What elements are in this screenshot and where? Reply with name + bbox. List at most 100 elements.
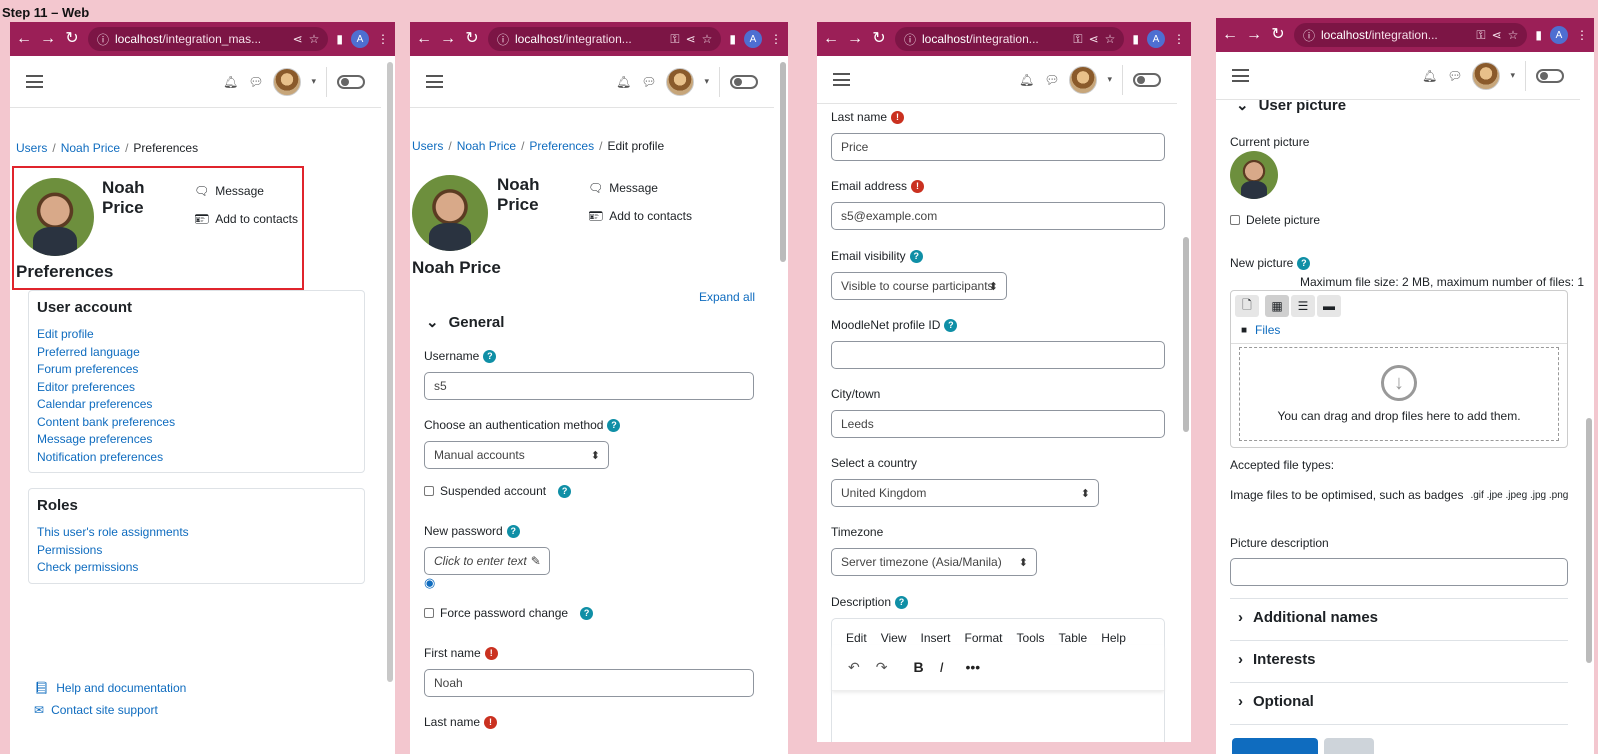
city-input[interactable]: Leeds: [831, 410, 1165, 438]
link-check-permissions[interactable]: Check permissions: [37, 559, 356, 577]
info-icon[interactable]: ⓘ: [497, 31, 509, 48]
chevron-down-icon[interactable]: ▾: [704, 76, 709, 87]
add-file-icon[interactable]: 🗋: [1235, 295, 1259, 317]
edit-mode-toggle[interactable]: [1133, 72, 1161, 87]
link-notification-preferences[interactable]: Notification preferences: [37, 449, 356, 467]
hamburger-menu-icon[interactable]: [426, 75, 443, 88]
reload-icon[interactable]: ↻: [1270, 27, 1286, 43]
optional-section-header[interactable]: › Optional: [1238, 693, 1314, 710]
add-to-contacts-button[interactable]: 🪪︎ Add to contacts: [588, 209, 692, 223]
cancel-button[interactable]: [1324, 738, 1374, 754]
address-bar[interactable]: ⓘ localhost/integration... ⚿ ⋖ ☆: [895, 27, 1125, 51]
scrollbar[interactable]: [387, 62, 393, 682]
share-icon[interactable]: ⋖: [1089, 32, 1099, 46]
bookmark-star-icon[interactable]: ☆: [309, 32, 320, 46]
view-list-icon[interactable]: ☰: [1291, 295, 1315, 317]
bold-icon[interactable]: B: [913, 659, 923, 676]
messages-icon[interactable]: 💬︎: [1044, 73, 1059, 87]
info-icon[interactable]: ⓘ: [1303, 27, 1315, 44]
chevron-down-icon[interactable]: ▾: [311, 76, 316, 87]
interests-section-header[interactable]: › Interests: [1238, 651, 1316, 668]
support-link[interactable]: ✉ Contact site support: [34, 703, 158, 717]
link-editor-preferences[interactable]: Editor preferences: [37, 379, 356, 397]
hamburger-menu-icon[interactable]: [1232, 69, 1249, 82]
sidepanel-icon[interactable]: ▮: [729, 32, 736, 46]
forward-icon[interactable]: →: [440, 31, 456, 47]
link-forum-preferences[interactable]: Forum preferences: [37, 361, 356, 379]
key-icon[interactable]: ⚿: [1476, 28, 1485, 43]
back-icon[interactable]: ←: [416, 31, 432, 47]
profile-avatar[interactable]: A: [1147, 30, 1165, 48]
back-icon[interactable]: ←: [16, 31, 32, 47]
view-folder-icon[interactable]: ▬: [1317, 295, 1341, 317]
new-password-field[interactable]: Click to enter text ✎: [424, 547, 550, 575]
breadcrumb-user[interactable]: Noah Price: [457, 139, 516, 153]
redo-icon[interactable]: ↷: [876, 659, 888, 676]
sidepanel-icon[interactable]: ▮: [1535, 28, 1542, 42]
address-bar[interactable]: ⓘ localhost/integration_mas... ⋖ ☆: [88, 27, 329, 51]
edit-mode-toggle[interactable]: [1536, 68, 1564, 83]
picture-description-input[interactable]: [1230, 558, 1568, 586]
timezone-select[interactable]: Server timezone (Asia/Manila): [831, 548, 1037, 576]
hamburger-menu-icon[interactable]: [833, 73, 850, 86]
menu-kebab-icon[interactable]: ⋮: [1576, 28, 1588, 42]
sidepanel-icon[interactable]: ▮: [336, 32, 343, 46]
hamburger-menu-icon[interactable]: [26, 75, 43, 88]
menu-format[interactable]: Format: [965, 631, 1003, 645]
share-icon[interactable]: ⋖: [1492, 28, 1502, 42]
key-icon[interactable]: ⚿: [670, 32, 679, 47]
help-icon[interactable]: ?: [1297, 256, 1311, 270]
messages-icon[interactable]: 💬︎: [248, 75, 263, 89]
edit-mode-toggle[interactable]: [730, 74, 758, 89]
first-name-input[interactable]: Noah: [424, 669, 754, 697]
bookmark-star-icon[interactable]: ☆: [1508, 28, 1519, 42]
view-grid-icon[interactable]: ▦: [1265, 295, 1289, 317]
scrollbar[interactable]: [1183, 237, 1189, 432]
additional-names-section-header[interactable]: › Additional names: [1238, 609, 1378, 626]
address-bar[interactable]: ⓘ localhost/integration... ⚿ ⋖ ☆: [488, 27, 722, 51]
share-icon[interactable]: ⋖: [686, 32, 696, 46]
menu-kebab-icon[interactable]: ⋮: [1173, 32, 1185, 46]
help-icon[interactable]: ?: [506, 524, 520, 538]
moodlenet-input[interactable]: [831, 341, 1165, 369]
auth-method-select[interactable]: Manual accounts: [424, 441, 609, 469]
delete-picture-checkbox[interactable]: Delete picture: [1230, 213, 1320, 227]
forward-icon[interactable]: →: [1246, 27, 1262, 43]
info-icon[interactable]: ⓘ: [97, 31, 109, 48]
bookmark-star-icon[interactable]: ☆: [1105, 32, 1116, 46]
help-icon[interactable]: ?: [909, 249, 923, 263]
link-edit-profile[interactable]: Edit profile: [37, 326, 356, 344]
email-input[interactable]: s5@example.com: [831, 202, 1165, 230]
drop-zone[interactable]: ↓ You can drag and drop files here to ad…: [1239, 347, 1559, 441]
sidepanel-icon[interactable]: ▮: [1132, 32, 1139, 46]
help-icon[interactable]: ?: [895, 595, 909, 609]
forward-icon[interactable]: →: [40, 31, 56, 47]
help-icon[interactable]: ?: [558, 484, 572, 498]
info-icon[interactable]: ⓘ: [904, 31, 916, 48]
help-icon[interactable]: ?: [607, 418, 621, 432]
profile-avatar[interactable]: A: [1550, 26, 1568, 44]
help-icon[interactable]: ?: [580, 606, 594, 620]
files-folder-link[interactable]: Files: [1255, 323, 1280, 337]
notification-bell-icon[interactable]: 🔔︎: [616, 75, 631, 89]
reload-icon[interactable]: ↻: [464, 31, 480, 47]
chevron-down-icon[interactable]: ▾: [1510, 70, 1515, 81]
link-preferred-language[interactable]: Preferred language: [37, 344, 356, 362]
user-menu-avatar[interactable]: [1472, 61, 1501, 90]
profile-avatar[interactable]: A: [351, 30, 369, 48]
edit-mode-toggle[interactable]: [337, 74, 365, 89]
help-link[interactable]: 📘︎ Help and documentation: [34, 681, 186, 695]
undo-icon[interactable]: ↶: [848, 659, 860, 676]
menu-help[interactable]: Help: [1101, 631, 1126, 645]
notification-bell-icon[interactable]: 🔔︎: [1422, 69, 1437, 83]
force-password-change-checkbox[interactable]: Force password change?: [424, 606, 594, 620]
menu-tools[interactable]: Tools: [1017, 631, 1045, 645]
more-icon[interactable]: •••: [965, 659, 980, 676]
reload-icon[interactable]: ↻: [64, 31, 80, 47]
help-icon[interactable]: ?: [483, 349, 497, 363]
breadcrumb-preferences[interactable]: Preferences: [529, 139, 594, 153]
breadcrumb-users[interactable]: Users: [412, 139, 443, 153]
messages-icon[interactable]: 💬︎: [1447, 69, 1462, 83]
forward-icon[interactable]: →: [847, 31, 863, 47]
country-select[interactable]: United Kingdom: [831, 479, 1099, 507]
